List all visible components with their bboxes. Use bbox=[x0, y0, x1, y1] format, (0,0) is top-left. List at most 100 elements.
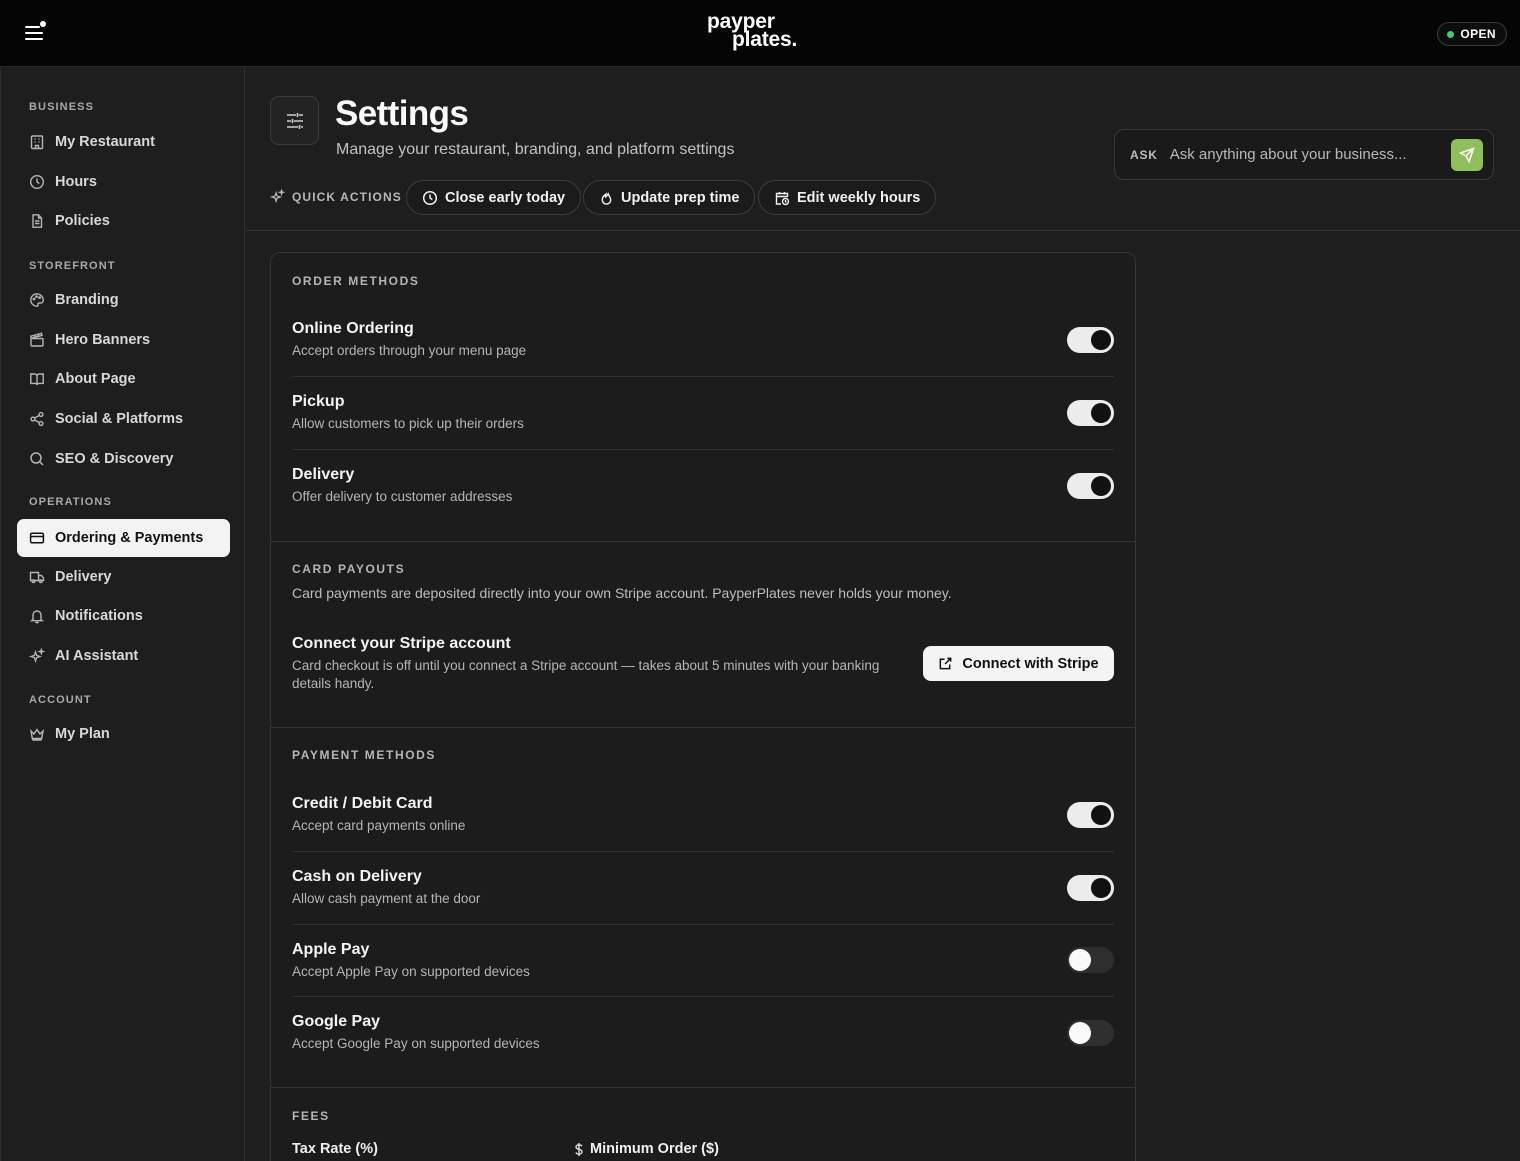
sidebar-item-label: Social & Platforms bbox=[55, 411, 184, 427]
status-label: OPEN bbox=[1460, 27, 1496, 41]
palette-icon bbox=[29, 292, 45, 308]
send-button[interactable] bbox=[1451, 139, 1483, 171]
sidebar-item-notifications[interactable]: Notifications bbox=[17, 597, 230, 635]
dollar-icon bbox=[574, 1142, 584, 1157]
sidebar-item-delivery[interactable]: Delivery bbox=[17, 558, 230, 596]
ordering-payments-card: ORDER METHODS Online Ordering Accept ord… bbox=[270, 252, 1136, 1161]
sidebar-item-social-platforms[interactable]: Social & Platforms bbox=[17, 400, 230, 438]
sidebar-item-label: Ordering & Payments bbox=[55, 530, 204, 546]
update-prep-time-button[interactable]: Update prep time bbox=[583, 180, 756, 215]
sidebar-item-label: Policies bbox=[55, 213, 110, 229]
setting-description: Allow customers to pick up their orders bbox=[292, 416, 524, 431]
setting-title: Pickup bbox=[292, 393, 345, 410]
setting-description: Accept card payments online bbox=[292, 818, 466, 833]
flame-icon bbox=[599, 190, 614, 206]
edit-weekly-hours-button[interactable]: Edit weekly hours bbox=[758, 180, 937, 215]
sidebar: BUSINESS My Restaurant Hours Policies ST… bbox=[0, 68, 245, 1161]
external-link-icon bbox=[938, 656, 953, 671]
sidebar-item-label: Delivery bbox=[55, 569, 112, 585]
sidebar-item-policies[interactable]: Policies bbox=[17, 202, 230, 240]
row-divider bbox=[292, 996, 1114, 997]
credit-debit-card-toggle[interactable] bbox=[1067, 802, 1114, 828]
sidebar-item-hours[interactable]: Hours bbox=[17, 163, 230, 201]
crown-icon bbox=[29, 726, 45, 742]
google-pay-toggle[interactable] bbox=[1067, 1020, 1114, 1046]
stripe-connect-title: Connect your Stripe account bbox=[292, 635, 511, 652]
section-divider bbox=[271, 541, 1135, 542]
menu-icon[interactable] bbox=[22, 20, 50, 46]
setting-description: Allow cash payment at the door bbox=[292, 891, 481, 906]
cash-on-delivery-toggle[interactable] bbox=[1067, 875, 1114, 901]
section-divider bbox=[271, 727, 1135, 728]
store-status-badge[interactable]: OPEN bbox=[1437, 22, 1507, 46]
apple-pay-toggle[interactable] bbox=[1067, 947, 1114, 973]
share-icon bbox=[29, 411, 45, 427]
row-divider bbox=[292, 851, 1114, 852]
connect-with-stripe-button[interactable]: Connect with Stripe bbox=[923, 646, 1114, 681]
sidebar-item-label: My Restaurant bbox=[55, 134, 155, 150]
button-label: Update prep time bbox=[621, 189, 740, 206]
button-label: Edit weekly hours bbox=[797, 189, 921, 206]
sidebar-item-label: AI Assistant bbox=[55, 648, 139, 664]
setting-description: Offer delivery to customer addresses bbox=[292, 489, 513, 504]
order-methods-heading: ORDER METHODS bbox=[292, 274, 420, 288]
row-divider bbox=[292, 924, 1114, 925]
sidebar-section-account: ACCOUNT bbox=[29, 694, 92, 706]
setting-description: Accept orders through your menu page bbox=[292, 343, 527, 358]
header-divider bbox=[246, 230, 1520, 231]
button-label: Connect with Stripe bbox=[962, 655, 1099, 672]
sidebar-item-ordering-payments[interactable]: Ordering & Payments bbox=[17, 519, 230, 557]
clock-icon bbox=[422, 190, 438, 206]
sidebar-item-about-page[interactable]: About Page bbox=[17, 360, 230, 398]
setting-title: Delivery bbox=[292, 466, 355, 483]
sidebar-item-label: Notifications bbox=[55, 608, 143, 624]
ask-input[interactable] bbox=[1169, 146, 1438, 163]
status-dot-icon bbox=[1447, 30, 1455, 38]
sidebar-item-label: Hero Banners bbox=[55, 332, 151, 348]
sidebar-item-hero-banners[interactable]: Hero Banners bbox=[17, 321, 230, 359]
card-payouts-description: Card payments are deposited directly int… bbox=[292, 585, 952, 601]
sparkles-icon bbox=[29, 648, 45, 664]
sidebar-item-label: About Page bbox=[55, 371, 136, 387]
logo-line-2: plates. bbox=[732, 28, 798, 51]
delivery-toggle[interactable] bbox=[1067, 473, 1114, 499]
sidebar-item-ai-assistant[interactable]: AI Assistant bbox=[17, 637, 230, 675]
search-icon bbox=[29, 451, 45, 467]
sidebar-item-label: Hours bbox=[55, 174, 97, 190]
setting-description: Accept Google Pay on supported devices bbox=[292, 1036, 540, 1051]
minimum-order-text: Minimum Order ($) bbox=[590, 1141, 719, 1157]
settings-sliders-icon bbox=[270, 96, 319, 145]
sidebar-section-operations: OPERATIONS bbox=[29, 496, 112, 508]
setting-title: Google Pay bbox=[292, 1013, 381, 1030]
sparkles-icon bbox=[270, 189, 285, 204]
brand-logo[interactable]: payper plates. bbox=[700, 11, 820, 51]
sidebar-item-my-plan[interactable]: My Plan bbox=[17, 715, 230, 753]
page-title: Settings bbox=[335, 94, 469, 133]
send-icon bbox=[1459, 147, 1475, 163]
online-ordering-toggle[interactable] bbox=[1067, 327, 1114, 353]
calendar-clock-icon bbox=[774, 190, 790, 206]
quick-actions-label: QUICK ACTIONS bbox=[270, 189, 402, 204]
payment-methods-heading: PAYMENT METHODS bbox=[292, 748, 437, 762]
button-label: Close early today bbox=[445, 189, 566, 206]
tax-rate-label: Tax Rate (%) bbox=[292, 1141, 378, 1157]
card-payouts-heading: CARD PAYOUTS bbox=[292, 562, 406, 576]
ask-label: ASK bbox=[1130, 147, 1158, 162]
sidebar-item-seo-discovery[interactable]: SEO & Discovery bbox=[17, 440, 230, 478]
close-early-today-button[interactable]: Close early today bbox=[406, 180, 582, 215]
sidebar-item-branding[interactable]: Branding bbox=[17, 281, 230, 319]
setting-description: Accept Apple Pay on supported devices bbox=[292, 964, 530, 979]
quick-actions-text: QUICK ACTIONS bbox=[292, 189, 402, 204]
section-divider bbox=[271, 1087, 1135, 1088]
building-icon bbox=[29, 134, 45, 150]
setting-title: Cash on Delivery bbox=[292, 868, 422, 885]
clock-icon bbox=[29, 174, 45, 190]
minimum-order-label: Minimum Order ($) bbox=[574, 1141, 719, 1157]
pickup-toggle[interactable] bbox=[1067, 400, 1114, 426]
credit-card-icon bbox=[29, 530, 45, 546]
document-icon bbox=[29, 213, 45, 229]
sidebar-item-label: SEO & Discovery bbox=[55, 451, 174, 467]
sidebar-item-my-restaurant[interactable]: My Restaurant bbox=[17, 123, 230, 161]
fees-heading: FEES bbox=[292, 1109, 330, 1123]
ask-assistant-bar: ASK bbox=[1114, 129, 1494, 180]
